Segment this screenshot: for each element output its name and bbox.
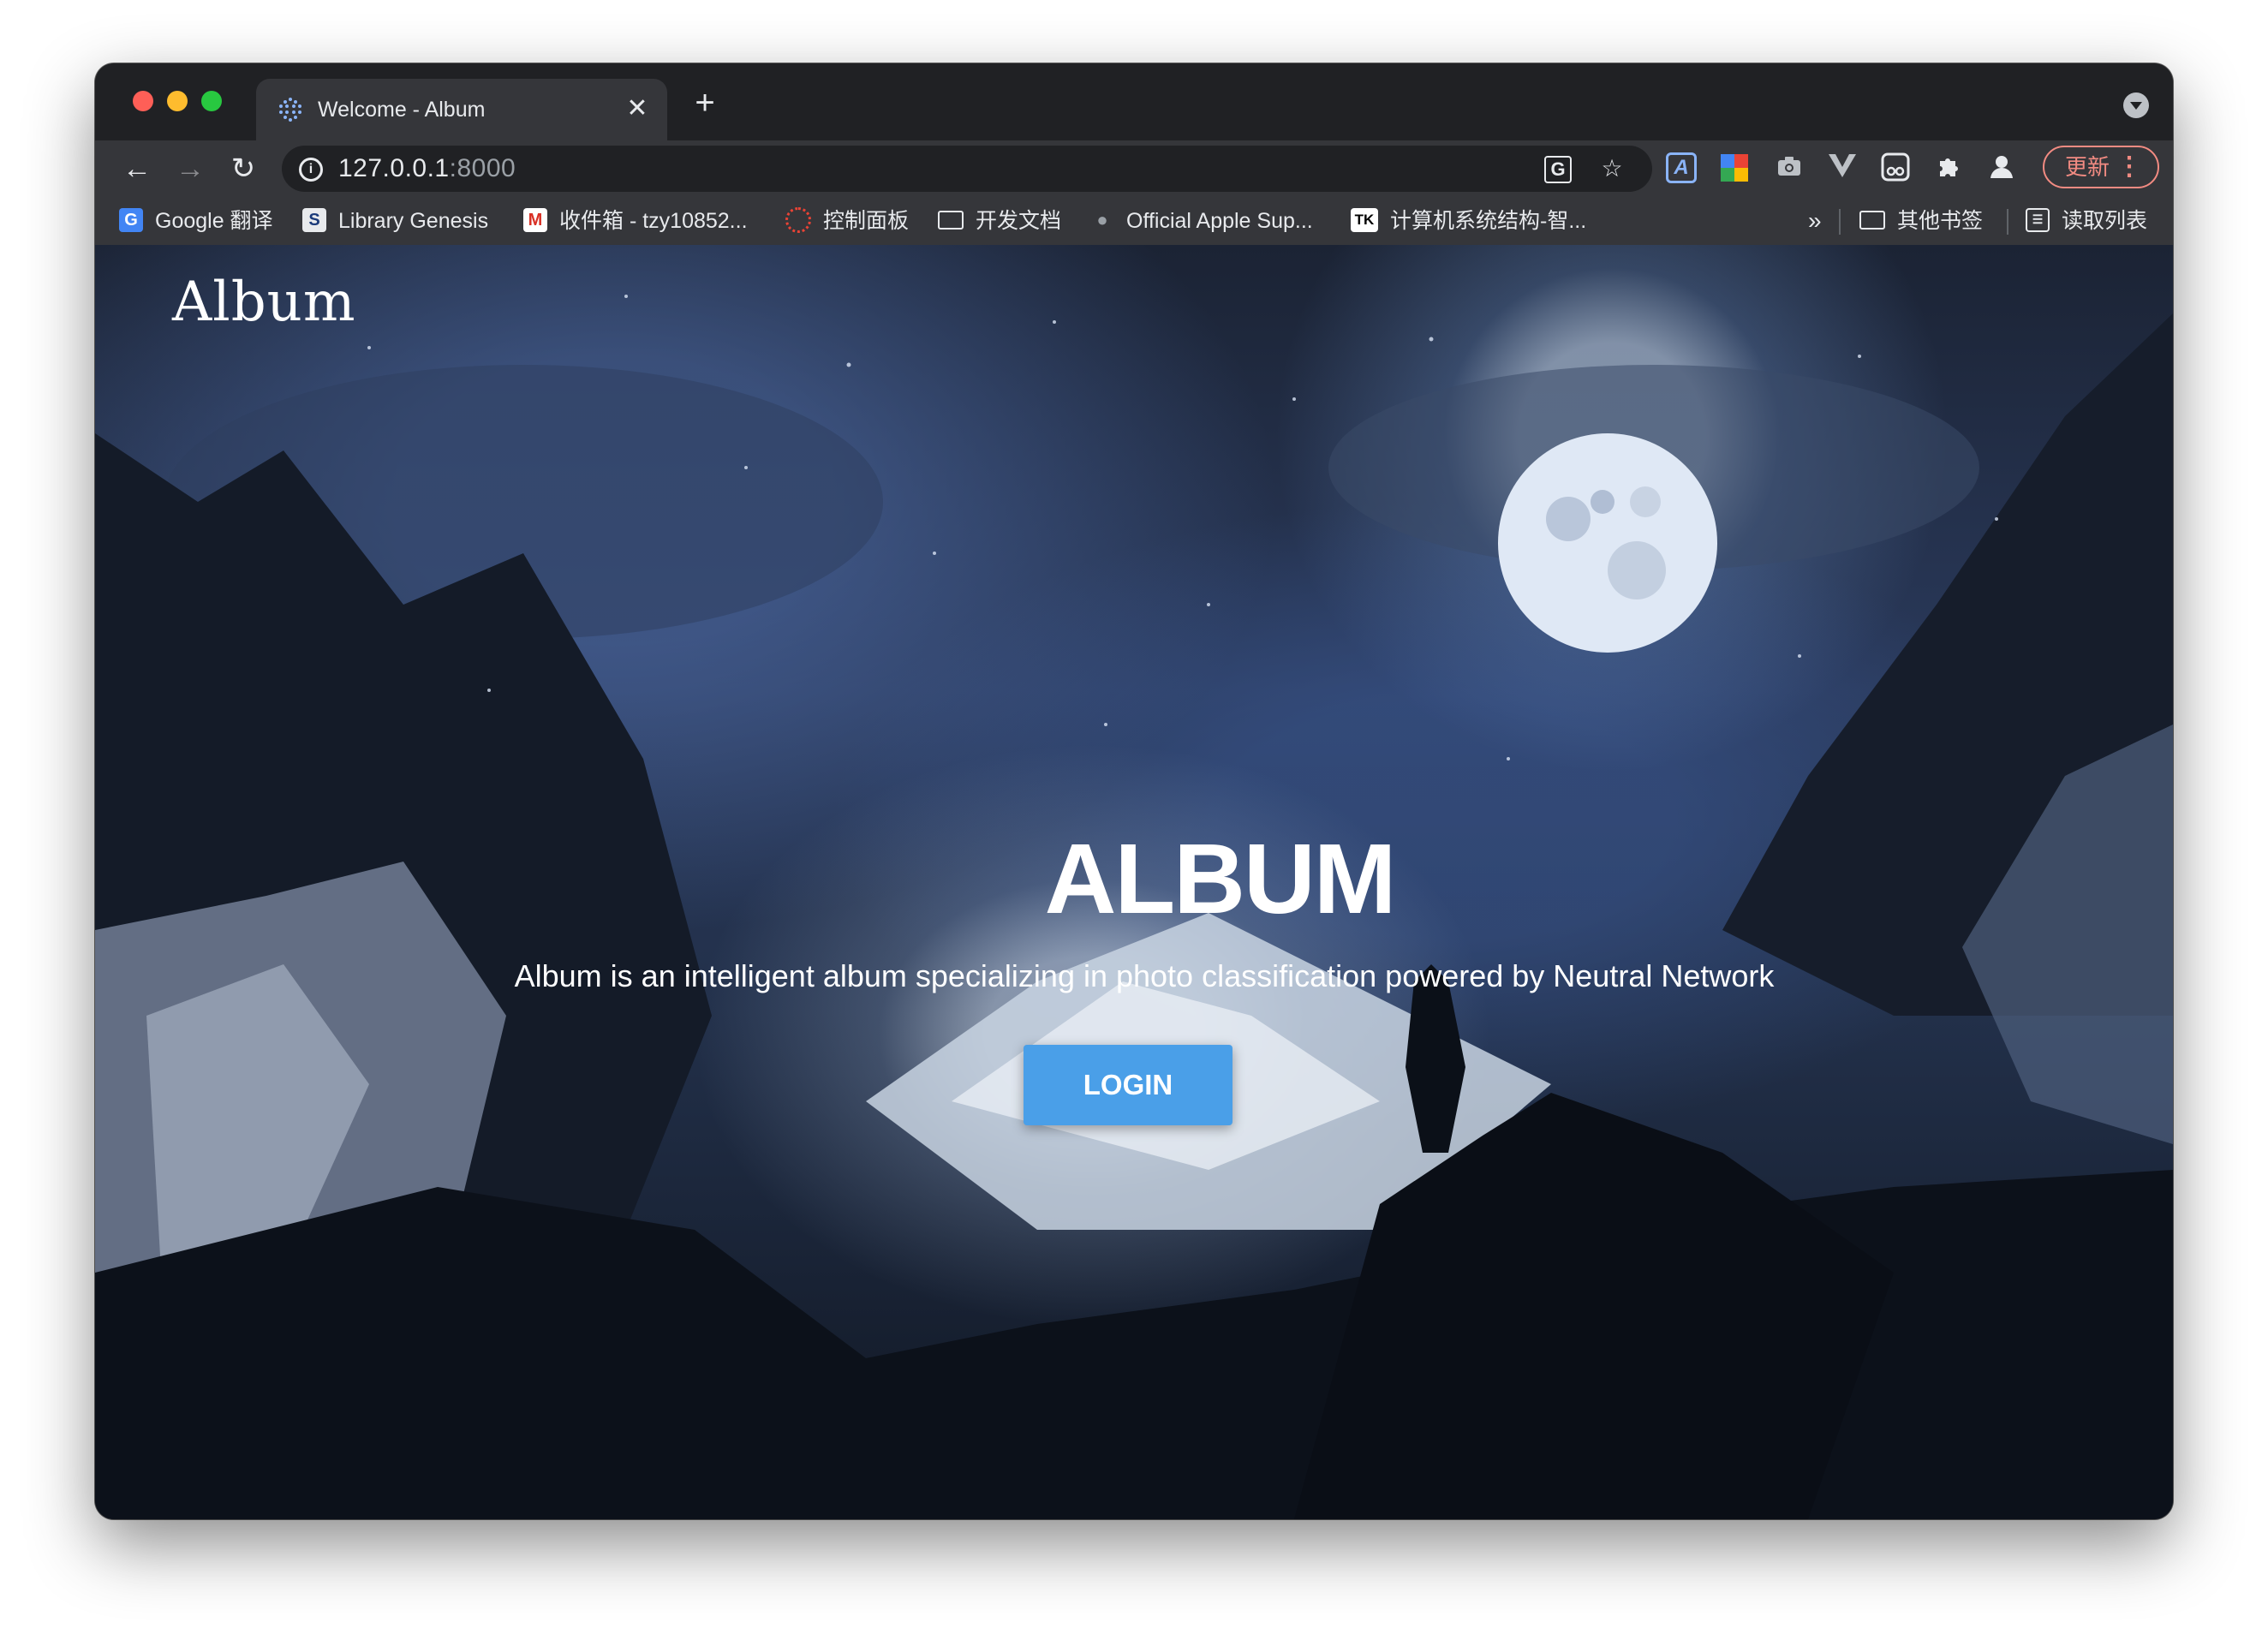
bookmark-apple-support[interactable]: ● Official Apple Sup... (1090, 206, 1313, 236)
reload-button[interactable]: ↻ (224, 149, 263, 188)
zoom-window-button[interactable] (201, 91, 222, 111)
bookmark-label: 收件箱 - tzy10852... (559, 209, 748, 233)
text-extension-icon[interactable]: A (1666, 152, 1697, 183)
bookmark-control-panel[interactable]: 控制面板 (785, 206, 909, 236)
menu-dots-icon[interactable]: ⋮ (2116, 147, 2142, 187)
bookmark-label: Official Apple Sup... (1126, 209, 1313, 233)
page-viewport: Album ALBUM Album is an intelligent albu… (95, 245, 2173, 1519)
url-port: :8000 (449, 154, 516, 182)
library-genesis-icon: S (302, 208, 326, 233)
minimize-window-button[interactable] (167, 91, 188, 111)
tab-welcome-album[interactable]: Welcome - Album ✕ (256, 79, 667, 140)
close-window-button[interactable] (133, 91, 153, 111)
bookmarks-bar: G Google 翻译 S Library Genesis M 收件箱 - tzy10… (95, 197, 2173, 246)
tk-icon: TK (1351, 208, 1378, 233)
dots-favicon-icon (279, 98, 301, 122)
bookmark-label: 控制面板 (823, 209, 910, 233)
login-button[interactable]: LOGIN (1024, 1045, 1232, 1125)
tab-title: Welcome - Album (318, 98, 486, 122)
new-tab-button[interactable]: + (688, 86, 722, 120)
hero-title: ALBUM (1044, 823, 1397, 934)
forward-button[interactable]: → (170, 149, 210, 188)
google-translate-icon: G (119, 208, 143, 233)
reader-extension-icon[interactable] (1880, 152, 1911, 183)
bookmark-computer-architecture[interactable]: TK 计算机系统结构-智... (1351, 206, 1586, 236)
apple-icon: ● (1096, 209, 1108, 231)
back-button[interactable]: ← (117, 149, 157, 188)
bookmarks-divider (2007, 209, 2008, 235)
bookmarks-divider (1839, 209, 1841, 235)
translate-icon[interactable]: G (1544, 156, 1572, 183)
profile-avatar-icon[interactable] (1986, 152, 2017, 183)
folder-icon (938, 211, 964, 230)
control-panel-icon (785, 207, 811, 234)
tab-strip: Welcome - Album ✕ + (95, 63, 2173, 140)
bookmark-dev-docs-folder[interactable]: 开发文档 (938, 206, 1061, 236)
bookmark-library-genesis[interactable]: S Library Genesis (302, 206, 488, 236)
folder-icon (1859, 211, 1885, 230)
hero-subtitle: Album is an intelligent album specializi… (514, 958, 1775, 993)
bookmark-google-translate[interactable]: G Google 翻译 (119, 206, 273, 236)
camera-extension-icon[interactable] (1774, 152, 1805, 183)
vue-devtools-icon[interactable] (1827, 152, 1858, 183)
bookmark-star-icon[interactable]: ☆ (1597, 154, 1626, 183)
address-bar[interactable]: i 127.0.0.1:8000 G ☆ (282, 146, 1652, 192)
close-icon[interactable]: ✕ (623, 94, 652, 123)
other-bookmarks-label: 其他书签 (1897, 209, 1984, 233)
color-picker-extension-icon[interactable] (1721, 154, 1748, 182)
update-label: 更新 (2065, 154, 2110, 180)
browser-toolbar: ← → ↻ i 127.0.0.1:8000 G ☆ A 更新 ⋮ (95, 140, 2173, 197)
reading-list-label: 读取列表 (2062, 209, 2148, 233)
brand-logo[interactable]: Album (172, 271, 356, 334)
bookmark-gmail-inbox[interactable]: M 收件箱 - tzy10852... (523, 206, 748, 236)
bookmark-label: Library Genesis (338, 209, 489, 233)
bookmark-label: 计算机系统结构-智... (1390, 209, 1587, 233)
bookmarks-overflow-button[interactable]: » (1808, 206, 1822, 236)
bookmark-label: 开发文档 (976, 209, 1062, 233)
info-icon[interactable]: i (299, 158, 323, 182)
bookmark-label: Google 翻译 (155, 209, 273, 233)
moon-icon (1498, 433, 1717, 653)
puzzle-extensions-icon[interactable] (1933, 152, 1964, 183)
url-text[interactable]: 127.0.0.1:8000 (338, 156, 516, 182)
tab-search-icon[interactable] (2123, 92, 2149, 118)
other-bookmarks-folder[interactable]: 其他书签 (1859, 206, 1983, 236)
url-host: 127.0.0.1 (338, 154, 450, 182)
reading-list-icon: ☰ (2026, 208, 2050, 233)
gmail-icon: M (523, 208, 547, 233)
reading-list-button[interactable]: ☰ 读取列表 (2026, 206, 2147, 236)
update-button[interactable]: 更新 ⋮ (2043, 146, 2159, 188)
browser-window: Welcome - Album ✕ + ← → ↻ i 127.0.0.1:80… (95, 63, 2173, 1519)
